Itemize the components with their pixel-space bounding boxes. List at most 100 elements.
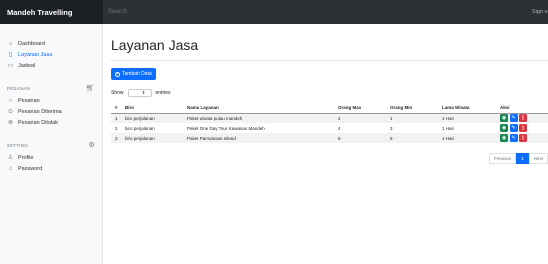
eye-icon: ◉ bbox=[501, 124, 507, 131]
delete-button[interactable]: ▯ bbox=[519, 134, 527, 142]
edit-button[interactable]: ✎ bbox=[509, 134, 518, 142]
main-content: Layanan Jasa + Tambah Data Show 10 ⇕ ent… bbox=[103, 24, 548, 264]
cell-orang-max: 2 bbox=[334, 113, 386, 123]
sidebar-item-label: Password bbox=[18, 165, 43, 172]
sidebar-item-dashboard[interactable]: ⌂ Dashboard bbox=[0, 38, 102, 49]
pagination-next[interactable]: Next bbox=[528, 153, 548, 164]
delete-button[interactable]: ▯ bbox=[519, 124, 527, 132]
pencil-icon: ✎ bbox=[511, 134, 516, 141]
view-button[interactable]: ◉ bbox=[500, 114, 508, 123]
sidebar-item-jadwal[interactable]: ▭ Jadwal bbox=[0, 60, 102, 71]
sidebar-heading-label: SETTING bbox=[7, 142, 28, 148]
select-arrows-icon: ⇕ bbox=[141, 89, 146, 95]
pencil-icon: ✎ bbox=[511, 124, 516, 131]
home-icon: ⌂ bbox=[8, 40, 13, 47]
pagination-previous[interactable]: Previous bbox=[488, 153, 517, 164]
delete-button[interactable]: ▯ bbox=[519, 114, 527, 123]
trash-icon: ▯ bbox=[521, 134, 525, 141]
column-header-number[interactable]: # bbox=[111, 102, 121, 114]
x-circle-icon: ⊗ bbox=[7, 120, 14, 126]
edit-button[interactable]: ✎ bbox=[509, 114, 518, 123]
trash-icon: ▯ bbox=[521, 114, 525, 121]
cell-number: 3 bbox=[111, 133, 121, 143]
sidebar-item-label: Profile bbox=[18, 154, 34, 161]
add-data-button[interactable]: + Tambah Data bbox=[111, 68, 156, 80]
user-icon: ♙ bbox=[7, 155, 14, 161]
sidebar-top-spacer bbox=[0, 24, 102, 38]
cell-aksi: ◉ ✎ ▯ bbox=[496, 123, 548, 133]
cell-biro: biro perjalanan bbox=[121, 113, 183, 123]
column-header-biro[interactable]: Biro bbox=[121, 102, 183, 114]
cart-icon[interactable]: 🛒︎ bbox=[86, 84, 95, 92]
check-circle-icon: ⊙ bbox=[7, 109, 14, 115]
cell-nama-layanan: Paket One Day Tour Kawasan Mandeh bbox=[187, 125, 265, 131]
cell-orang-min: 5 bbox=[386, 133, 438, 143]
brand-logo[interactable]: Mandeh Travelling bbox=[0, 0, 103, 24]
sign-out-link[interactable]: Sign out bbox=[532, 0, 548, 24]
entries-select[interactable]: 10 ⇕ bbox=[127, 88, 152, 97]
page-title: Layanan Jasa bbox=[111, 37, 199, 53]
gear-icon[interactable]: ⚙︎ bbox=[89, 141, 95, 149]
cell-orang-max: 4 bbox=[338, 125, 341, 131]
top-navbar: Mandeh Travelling Search Sign out bbox=[0, 0, 548, 24]
cell-lama-wisata: 1 Hari bbox=[438, 133, 496, 143]
table-row: 1 biro perjalanan Paket wisata pulau man… bbox=[111, 113, 548, 123]
sidebar-item-label: Pesanan Diterima bbox=[18, 108, 62, 115]
sidebar-item-pesanan[interactable]: ○ Pesanan bbox=[0, 95, 102, 106]
sidebar-item-pesanan-diterima[interactable]: ⊙ Pesanan Diterima bbox=[0, 106, 102, 117]
sidebar-heading-pesanan: PESANAN 🛒︎ bbox=[0, 83, 102, 93]
view-button[interactable]: ◉ bbox=[500, 134, 508, 142]
search-input[interactable]: Search bbox=[103, 0, 548, 24]
cell-aksi: ◉ ✎ ▯ bbox=[496, 113, 548, 123]
sidebar: ⌂ Dashboard ▯ Layanan Jasa ▭ Jadwal PESA… bbox=[0, 24, 103, 264]
cell-number: 1 bbox=[111, 113, 121, 123]
pencil-icon: ✎ bbox=[511, 114, 516, 121]
sidebar-item-label: Dashboard bbox=[18, 40, 45, 47]
cell-number: 2 bbox=[115, 125, 118, 131]
cell-nama-layanan: Paket wisata pulau mandeh bbox=[183, 113, 334, 123]
cell-lama-wisata: 1 Hari bbox=[438, 113, 496, 123]
edit-button[interactable]: ✎ bbox=[509, 124, 518, 132]
cell-aksi: ◉ ✎ ▯ bbox=[496, 133, 548, 143]
cell-orang-min: 1 bbox=[386, 113, 438, 123]
pagination: Previous 1 Next bbox=[488, 153, 548, 164]
column-header-nama-layanan[interactable]: Nama Layanan bbox=[183, 102, 334, 114]
file-icon: ▯ bbox=[8, 52, 13, 58]
column-header-aksi[interactable]: Aksi bbox=[496, 102, 548, 114]
circle-icon: ○ bbox=[8, 97, 13, 104]
entries-label: entries bbox=[155, 89, 171, 96]
trash-icon: ▯ bbox=[521, 124, 525, 131]
sidebar-item-label: Pesanan bbox=[18, 97, 40, 104]
cell-orang-max: 6 bbox=[334, 133, 386, 143]
sidebar-item-label: Jadwal bbox=[18, 62, 36, 69]
eye-icon: ◉ bbox=[501, 114, 507, 121]
cell-biro: biro perjalanan bbox=[125, 125, 155, 131]
pagination-page-1[interactable]: 1 bbox=[516, 153, 529, 164]
sidebar-item-label: Layanan Jasa bbox=[18, 51, 53, 58]
sidebar-item-layanan-jasa[interactable]: ▯ Layanan Jasa bbox=[0, 49, 102, 60]
sidebar-heading-setting: SETTING ⚙︎ bbox=[0, 140, 102, 150]
sidebar-heading-label: PESANAN bbox=[7, 85, 30, 91]
column-header-orang-max[interactable]: Orang Max bbox=[334, 102, 386, 114]
sidebar-item-pesanan-ditolak[interactable]: ⊗ Pesanan Ditolak bbox=[0, 117, 102, 128]
entries-select-value: 10 bbox=[133, 90, 139, 95]
view-button[interactable]: ◉ bbox=[500, 124, 508, 132]
cell-lama-wisata: 1 Hari bbox=[442, 125, 455, 131]
sidebar-item-label: Pesanan Ditolak bbox=[18, 119, 59, 126]
entries-length-control: Show 10 ⇕ entries bbox=[111, 88, 548, 97]
layanan-table: # Biro Nama Layanan Orang Max Orang Min … bbox=[111, 102, 548, 143]
sidebar-item-profile[interactable]: ♙ Profile bbox=[0, 152, 102, 163]
column-header-lama-wisata[interactable]: Lama Wisata bbox=[438, 102, 496, 114]
calendar-icon: ▭ bbox=[7, 63, 14, 69]
cell-biro: biro perjalanan bbox=[121, 133, 183, 143]
table-row: 3 biro perjalanan Paket Pamutusan Island… bbox=[111, 133, 548, 143]
show-label: Show bbox=[111, 89, 124, 96]
table-row: 2 biro perjalanan Paket One Day Tour Kaw… bbox=[111, 123, 548, 133]
lock-icon: ⌂ bbox=[8, 165, 13, 172]
add-data-label: Tambah Data bbox=[122, 71, 152, 77]
column-header-orang-min[interactable]: Orang Min bbox=[386, 102, 438, 114]
cell-nama-layanan: Paket Pamutusan Island bbox=[183, 133, 334, 143]
sidebar-item-password[interactable]: ⌂ Password bbox=[0, 163, 102, 174]
